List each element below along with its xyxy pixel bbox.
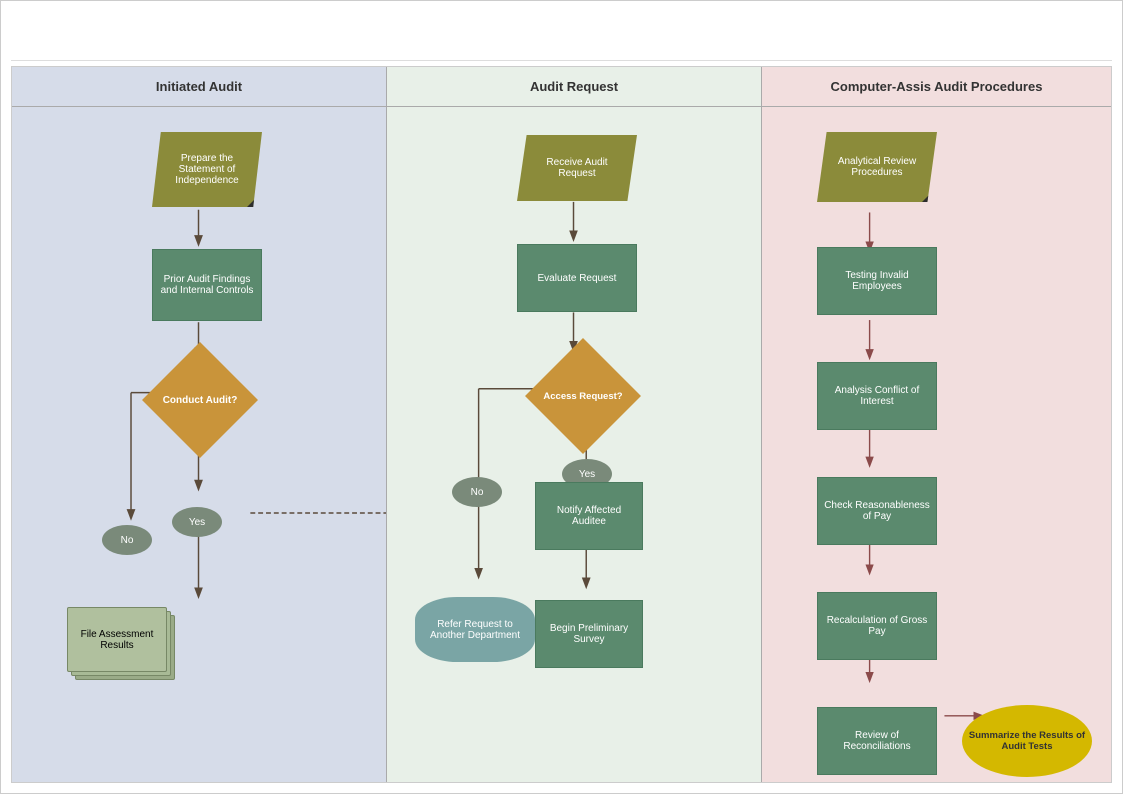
testing-invalid-node: Testing Invalid Employees [817,247,937,315]
recalculation-node: Recalculation of Gross Pay [817,592,937,660]
no-ellipse: No [102,525,152,555]
analytical-review-node: Analytical Review Procedures [817,132,937,202]
receive-audit-node: Receive Audit Request [517,135,637,201]
lane-computer-header: Computer-Assis Audit Procedures [762,67,1111,107]
review-reconciliations-node: Review of Reconciliations [817,707,937,775]
prior-audit-node: Prior Audit Findings and Internal Contro… [152,249,262,321]
top-bar [11,11,1112,61]
diagram-area: Initiated Audit [11,66,1112,783]
yes-ellipse: Yes [172,507,222,537]
begin-preliminary-node: Begin Preliminary Survey [535,600,643,668]
lane-computer-content: Analytical Review Procedures Testing Inv… [762,107,1111,782]
main-container: Initiated Audit [0,0,1123,794]
lane-audit-header: Audit Request [387,67,761,107]
lane-initiated-header: Initiated Audit [12,67,386,107]
lane-audit-content: Receive Audit Request Evaluate Request A… [387,107,761,782]
summarize-results-node: Summarize the Results of Audit Tests [962,705,1092,777]
check-reasonableness-node: Check Reasonableness of Pay [817,477,937,545]
notify-affected-node: Notify Affected Auditee [535,482,643,550]
lane-initiated: Initiated Audit [12,67,387,782]
lane-computer: Computer-Assis Audit Procedures [762,67,1111,782]
evaluate-request-node: Evaluate Request [517,244,637,312]
prepare-statement-node: Prepare the Statement of Independence [152,132,262,207]
lane-audit-request: Audit Request [387,67,762,782]
lane-initiated-content: Prepare the Statement of Independence Pr… [12,107,386,782]
analysis-conflict-node: Analysis Conflict of Interest [817,362,937,430]
refer-request-node: Refer Request to Another Department [415,597,535,662]
no2-ellipse: No [452,477,502,507]
